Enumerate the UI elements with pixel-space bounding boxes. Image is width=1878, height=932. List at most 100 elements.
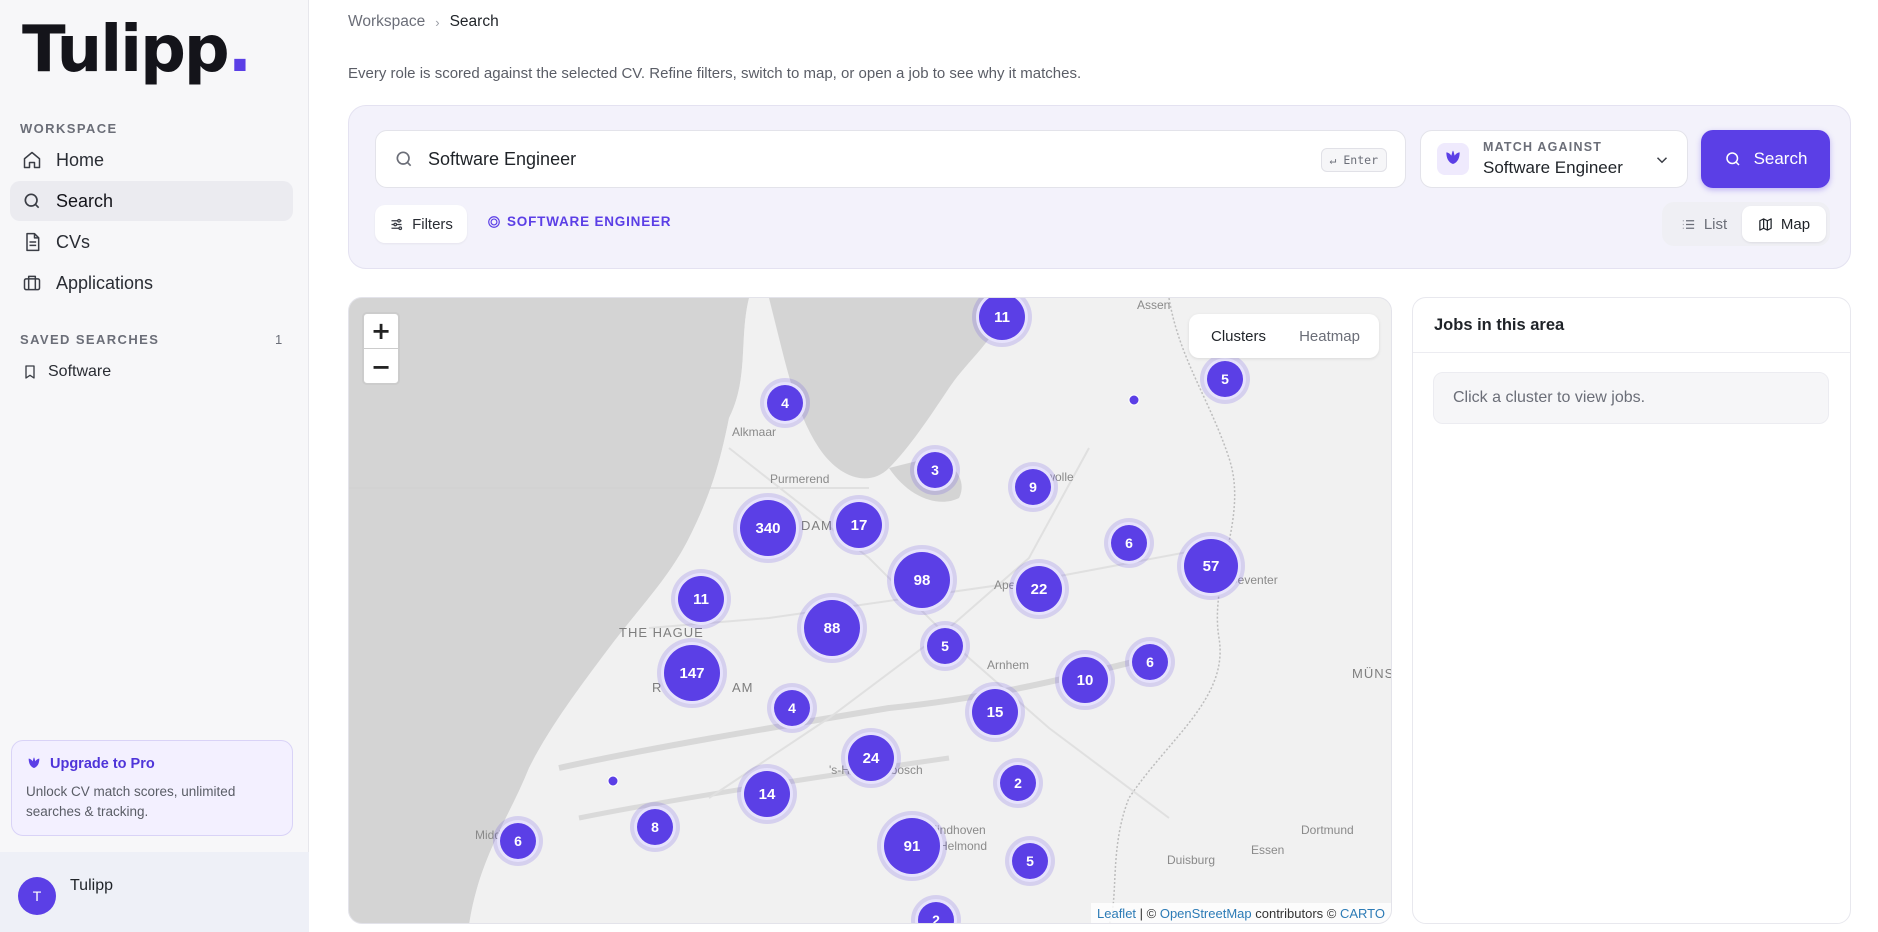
tulip-icon <box>28 757 40 768</box>
map-cluster[interactable]: 5 <box>1204 358 1246 400</box>
map-cluster[interactable]: 10 <box>1059 654 1111 706</box>
target-icon <box>488 215 500 228</box>
saved-searches-count: 1 <box>275 332 283 347</box>
map-cluster[interactable]: 6 <box>1108 522 1150 564</box>
map-view[interactable]: Assen Alkmaar Purmerend DAM THE HAGUE R … <box>348 297 1392 924</box>
map-attribution: Leaflet | © OpenStreetMap contributors ©… <box>1091 903 1391 923</box>
breadcrumb-workspace[interactable]: Workspace <box>348 13 425 31</box>
carto-link[interactable]: CARTO <box>1340 906 1385 921</box>
search-icon <box>396 151 412 167</box>
map-cluster[interactable]: 14 <box>741 768 793 820</box>
sidebar: Tulipp. WORKSPACE Home Search CVs Applic… <box>0 0 309 932</box>
app-root: Tulipp. WORKSPACE Home Search CVs Applic… <box>0 0 1878 932</box>
map-mode-toggle: Clusters Heatmap <box>1189 314 1379 358</box>
map-cluster[interactable]: 11 <box>675 573 727 625</box>
saved-search-label: Software <box>48 363 112 380</box>
logo-text: Tulipp. <box>22 13 252 87</box>
map-cluster[interactable]: 6 <box>497 820 539 862</box>
sidebar-item-label: Applications <box>56 272 154 293</box>
map-cluster[interactable]: 6 <box>1129 641 1171 683</box>
tulip-icon <box>1437 143 1469 175</box>
sidebar-item-applications[interactable]: Applications <box>10 263 293 303</box>
map-label: Assen <box>1137 298 1171 312</box>
workspace-label: WORKSPACE <box>20 121 118 136</box>
map-label: Dortmund <box>1301 823 1354 837</box>
map-marker[interactable] <box>607 775 619 787</box>
map-cluster[interactable]: 24 <box>845 732 897 784</box>
map-cluster[interactable]: 3 <box>914 449 956 491</box>
page-description: Every role is scored against the selecte… <box>348 65 1082 82</box>
active-filter-chip[interactable]: SOFTWARE ENGINEER <box>487 214 671 229</box>
search-input[interactable] <box>428 148 1308 170</box>
upgrade-text: Unlock CV match scores, unlimited search… <box>26 784 236 819</box>
upgrade-card[interactable]: Upgrade to Pro Unlock CV match scores, u… <box>11 740 293 836</box>
sidebar-item-label: Home <box>56 149 105 170</box>
map-cluster[interactable]: 91 <box>881 815 943 877</box>
search-icon <box>24 193 40 209</box>
map-cluster[interactable]: 22 <box>1013 563 1065 615</box>
sidebar-item-cvs[interactable]: CVs <box>10 222 293 262</box>
zoom-in-button[interactable]: + <box>364 314 398 349</box>
heatmap-mode-button[interactable]: Heatmap <box>1284 318 1375 354</box>
chevron-down-icon <box>1656 157 1668 164</box>
sidebar-nav: Home Search CVs Applications <box>10 140 293 304</box>
enter-hint: ↵ Enter <box>1320 148 1387 172</box>
sidebar-item-home[interactable]: Home <box>10 140 293 180</box>
jobs-panel-title: Jobs in this area <box>1413 298 1850 353</box>
match-against-select[interactable]: MATCH AGAINST Software Engineer <box>1420 130 1688 188</box>
map-cluster[interactable]: 5 <box>1009 840 1051 882</box>
leaflet-link[interactable]: Leaflet <box>1097 906 1136 921</box>
jobs-panel: Jobs in this area Click a cluster to vie… <box>1412 297 1851 924</box>
sliders-icon <box>391 218 403 230</box>
briefcase-icon <box>23 275 41 291</box>
map-cluster[interactable]: 8 <box>634 806 676 848</box>
osm-link[interactable]: OpenStreetMap <box>1160 906 1252 921</box>
zoom-control: + − <box>362 312 400 385</box>
search-button[interactable]: Search <box>1701 130 1830 188</box>
search-icon <box>1725 152 1740 166</box>
sidebar-item-search[interactable]: Search <box>10 181 293 221</box>
saved-searches-label: SAVED SEARCHES <box>20 332 160 347</box>
user-name: Tulipp <box>70 877 113 894</box>
user-profile[interactable]: T Tulipp <box>0 852 309 932</box>
map-cluster[interactable]: 88 <box>801 597 863 659</box>
bookmark-icon <box>25 365 35 379</box>
map-icon <box>1759 217 1772 231</box>
filters-button[interactable]: Filters <box>375 205 467 243</box>
breadcrumb: Workspace › Search <box>348 13 499 31</box>
map-cluster[interactable]: 17 <box>833 499 885 551</box>
map-cluster[interactable]: 98 <box>891 549 953 611</box>
map-label: R <box>652 680 663 695</box>
map-cluster[interactable]: 15 <box>969 686 1021 738</box>
saved-search-item[interactable]: Software <box>22 363 111 381</box>
map-label: Essen <box>1251 843 1285 857</box>
sidebar-item-label: Search <box>56 190 114 211</box>
list-icon <box>1682 219 1694 229</box>
map-label: Alkmaar <box>732 425 777 439</box>
map-cluster[interactable]: 2 <box>997 762 1039 804</box>
map-cluster[interactable]: 4 <box>764 382 806 424</box>
breadcrumb-current: Search <box>449 13 499 30</box>
clusters-mode-button[interactable]: Clusters <box>1193 318 1284 354</box>
map-cluster[interactable]: 340 <box>737 497 799 559</box>
home-icon <box>23 151 41 169</box>
map-label: Arnhem <box>987 658 1030 672</box>
map-cluster[interactable]: 57 <box>1181 536 1241 596</box>
sidebar-item-label: CVs <box>56 231 91 252</box>
map-label: DAM <box>801 518 833 533</box>
map-label: AM <box>732 680 754 695</box>
search-box[interactable]: ↵ Enter <box>375 130 1406 188</box>
map-cluster[interactable]: 4 <box>771 687 813 729</box>
zoom-out-button[interactable]: − <box>364 349 398 384</box>
logo[interactable]: Tulipp. <box>22 13 252 87</box>
match-against-label: MATCH AGAINST <box>1483 140 1603 154</box>
jobs-empty-state: Click a cluster to view jobs. <box>1433 372 1829 424</box>
map-marker[interactable] <box>1128 394 1140 406</box>
view-list-button[interactable]: List <box>1666 206 1742 242</box>
view-map-button[interactable]: Map <box>1742 206 1826 242</box>
map-cluster[interactable]: 9 <box>1012 466 1054 508</box>
map-cluster[interactable]: 5 <box>924 625 966 667</box>
map-label: THE HAGUE <box>619 625 704 640</box>
document-icon <box>26 232 40 252</box>
map-cluster[interactable]: 147 <box>661 642 723 704</box>
